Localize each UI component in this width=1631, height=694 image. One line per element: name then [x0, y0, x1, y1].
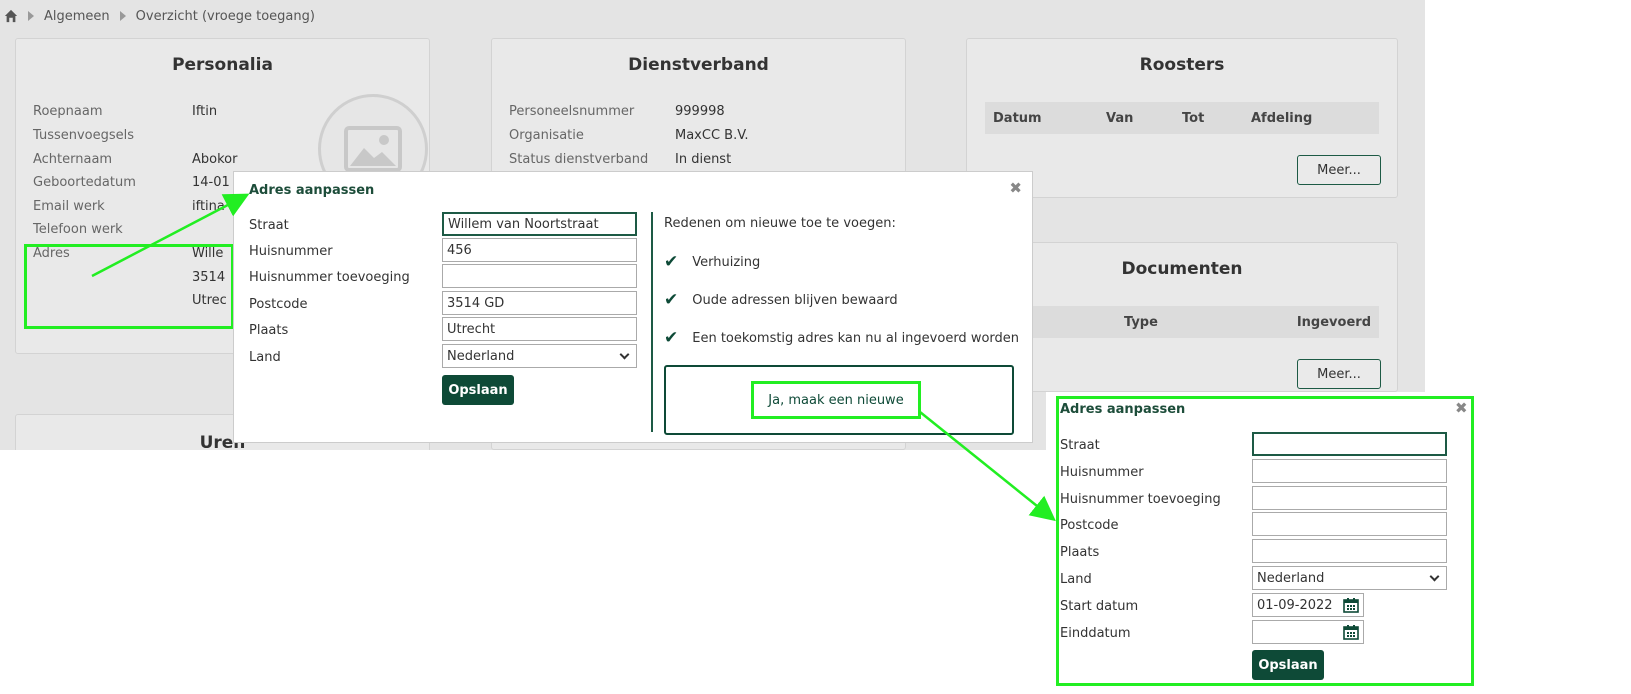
home-icon[interactable] — [4, 9, 18, 23]
straat-input[interactable] — [1252, 432, 1447, 456]
personalia-title: Personalia — [172, 55, 273, 75]
label-huisnummer: Huisnummer — [249, 244, 333, 259]
column-header-afdeling[interactable]: Afdeling — [1251, 111, 1312, 126]
divider — [651, 212, 653, 432]
huisnummer-input[interactable] — [442, 238, 637, 262]
column-header-datum[interactable]: Datum — [993, 111, 1042, 126]
roosters-meer-button[interactable]: Meer... — [1297, 155, 1381, 185]
calendar-icon[interactable] — [1343, 624, 1359, 640]
opslaan-button[interactable]: Opslaan — [442, 375, 514, 405]
label-huisnummer-toevoeging: Huisnummer toevoeging — [1060, 492, 1221, 507]
breadcrumb-separator-icon — [119, 11, 126, 21]
documenten-meer-button[interactable]: Meer... — [1297, 359, 1381, 389]
label-postcode: Postcode — [1060, 518, 1119, 533]
roosters-title: Roosters — [1139, 55, 1225, 75]
label-einddatum: Einddatum — [1060, 626, 1131, 641]
breadcrumb-separator-icon — [28, 11, 34, 21]
huisnummer-input[interactable] — [1252, 459, 1447, 483]
field-label-roepnaam: Roepnaam — [33, 104, 103, 119]
postcode-input[interactable] — [1252, 512, 1447, 536]
land-select-value: Nederland — [447, 348, 515, 364]
chevron-down-icon — [619, 349, 630, 359]
reason-item: ✔ Een toekomstig adres kan nu al ingevoe… — [664, 328, 1019, 348]
label-postcode: Postcode — [249, 297, 308, 312]
plaats-input[interactable] — [442, 317, 637, 341]
field-value-organisatie: MaxCC B.V. — [675, 128, 749, 143]
field-label-achternaam: Achternaam — [33, 152, 113, 167]
field-value-roepnaam: Iftin — [192, 104, 218, 119]
dienstverband-title: Dienstverband — [628, 55, 769, 75]
chevron-down-icon — [1429, 571, 1440, 581]
dialog-title: Adres aanpassen — [1060, 402, 1186, 417]
field-value-status-dienstverband: In dienst — [675, 152, 732, 167]
dialog-title: Adres aanpassen — [249, 183, 375, 198]
plaats-input[interactable] — [1252, 539, 1447, 563]
check-icon: ✔ — [664, 252, 679, 272]
reason-text: Oude adressen blijven bewaard — [692, 292, 898, 308]
opslaan-button[interactable]: Opslaan — [1252, 650, 1324, 680]
huisnummer-toevoeging-input[interactable] — [442, 264, 637, 288]
ja-maak-een-nieuwe-button[interactable]: Ja, maak een nieuwe — [751, 381, 921, 419]
field-value-email-werk: iftina — [192, 199, 225, 214]
label-straat: Straat — [1060, 438, 1100, 453]
close-icon[interactable]: ✖ — [1009, 179, 1022, 197]
label-straat: Straat — [249, 218, 289, 233]
field-label-personeelsnummer: Personeelsnummer — [509, 104, 635, 119]
land-select[interactable]: Nederland — [442, 344, 637, 368]
field-value-geboortedatum: 14-01 — [192, 175, 230, 190]
reasons-title: Redenen om nieuwe toe te voegen: — [664, 216, 896, 231]
straat-input[interactable] — [442, 212, 637, 236]
breadcrumb-item-overzicht[interactable]: Overzicht (vroege toegang) — [136, 9, 315, 24]
postcode-input[interactable] — [442, 291, 637, 315]
field-label-organisatie: Organisatie — [509, 128, 584, 143]
documenten-table-header: Type Ingevoerd — [985, 306, 1379, 338]
label-land: Land — [1060, 572, 1092, 587]
image-placeholder-icon — [344, 126, 402, 172]
reason-item: ✔ Oude adressen blijven bewaard — [664, 290, 898, 310]
land-select-value: Nederland — [1257, 570, 1325, 586]
label-land: Land — [249, 350, 281, 365]
column-header-ingevoerd[interactable]: Ingevoerd — [1297, 315, 1371, 330]
check-icon: ✔ — [664, 290, 679, 310]
label-plaats: Plaats — [1060, 545, 1100, 560]
check-icon: ✔ — [664, 328, 679, 348]
breadcrumb: Algemeen Overzicht (vroege toegang) — [4, 6, 315, 26]
breadcrumb-item-algemeen[interactable]: Algemeen — [44, 9, 110, 24]
label-plaats: Plaats — [249, 323, 289, 338]
close-icon[interactable]: ✖ — [1455, 399, 1468, 417]
field-value-achternaam: Abokor — [192, 152, 238, 167]
column-header-tot[interactable]: Tot — [1182, 111, 1204, 126]
field-label-geboortedatum: Geboortedatum — [33, 175, 136, 190]
field-value-personeelsnummer: 999998 — [675, 104, 725, 119]
field-label-email-werk: Email werk — [33, 199, 105, 214]
field-label-status-dienstverband: Status dienstverband — [509, 152, 649, 167]
reason-text: Verhuizing — [692, 254, 761, 270]
column-header-van[interactable]: Van — [1106, 111, 1133, 126]
adres-aanpassen-dialog: Adres aanpassen ✖ Straat Huisnummer Huis… — [233, 171, 1033, 443]
calendar-icon[interactable] — [1343, 597, 1359, 613]
field-label-tussenvoegsels: Tussenvoegsels — [33, 128, 135, 143]
field-label-telefoon-werk: Telefoon werk — [33, 222, 123, 237]
adres-highlight-box — [24, 244, 234, 329]
new-address-panel: Ja, maak een nieuwe — [664, 365, 1014, 435]
land-select[interactable]: Nederland — [1252, 566, 1447, 590]
column-header-type[interactable]: Type — [1124, 315, 1158, 330]
label-huisnummer-toevoeging: Huisnummer toevoeging — [249, 270, 410, 285]
label-start-datum: Start datum — [1060, 599, 1139, 614]
reason-item: ✔ Verhuizing — [664, 252, 760, 272]
label-huisnummer: Huisnummer — [1060, 465, 1144, 480]
huisnummer-toevoeging-input[interactable] — [1252, 486, 1447, 510]
reason-text: Een toekomstig adres kan nu al ingevoerd… — [692, 330, 1020, 346]
roosters-table-header: Datum Van Tot Afdeling — [985, 102, 1379, 134]
